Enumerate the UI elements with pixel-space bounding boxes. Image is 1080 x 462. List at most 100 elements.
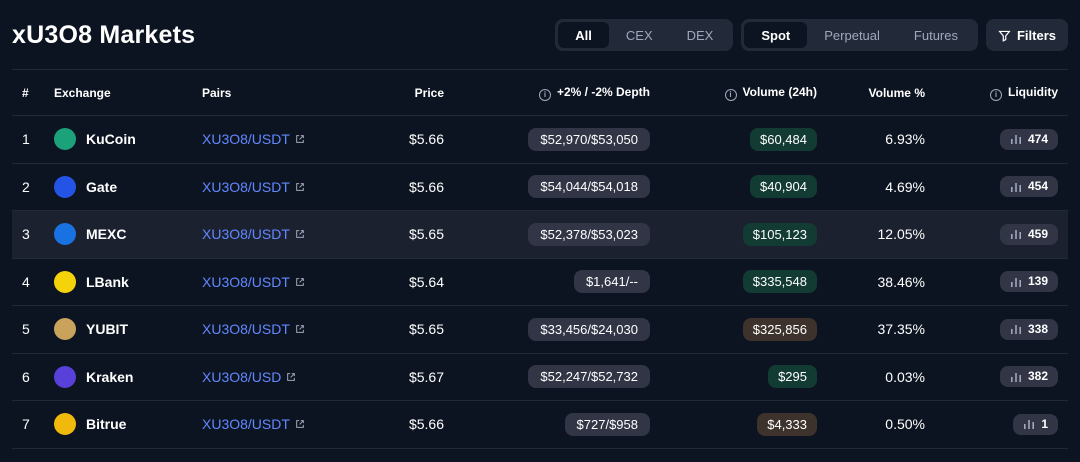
pair-cell[interactable]: XU3O8/USDT xyxy=(192,163,340,211)
filters-button[interactable]: Filters xyxy=(985,19,1068,51)
bar-chart-icon xyxy=(1010,325,1021,335)
filter-controls: All CEX DEX Spot Perpetual Futures Filte… xyxy=(555,19,1068,51)
depth-cell: $52,247/$52,732 xyxy=(454,353,660,401)
volume-pct-cell: 37.35% xyxy=(827,305,935,354)
header-price[interactable]: Price xyxy=(340,69,454,116)
external-link-icon xyxy=(296,277,304,286)
table-row[interactable]: 3 MEXC XU3O8/USDT $5.65 $52,378/$53,023 … xyxy=(12,210,1068,259)
exchange-name[interactable]: MEXC xyxy=(86,226,126,242)
bar-chart-icon xyxy=(1010,230,1021,240)
rank-cell: 1 xyxy=(12,115,44,164)
exchange-cell[interactable]: MEXC xyxy=(44,210,192,259)
exchange-cell[interactable]: KuCoin xyxy=(44,115,192,164)
bar-chart-icon xyxy=(1010,277,1021,287)
pair-label: XU3O8/USDT xyxy=(202,273,290,290)
pair-link[interactable]: XU3O8/USDT xyxy=(202,179,305,195)
header-depth[interactable]: i +2% / -2% Depth xyxy=(454,69,660,116)
header-liquidity[interactable]: i Liquidity xyxy=(935,69,1068,116)
exchange-cell[interactable]: LBank xyxy=(44,258,192,306)
depth-cell: $33,456/$24,030 xyxy=(454,305,660,354)
header-liquidity-label: Liquidity xyxy=(1008,84,1058,99)
pair-link[interactable]: XU3O8/USDT xyxy=(202,226,305,242)
volume-pill: $105,123 xyxy=(742,222,817,246)
pair-cell[interactable]: XU3O8/USDT xyxy=(192,210,340,259)
pair-cell[interactable]: XU3O8/USDT xyxy=(192,115,340,164)
depth-cell: $727/$958 xyxy=(454,400,660,449)
exchange-name[interactable]: KuCoin xyxy=(86,131,136,147)
rank-value: 3 xyxy=(22,226,30,243)
exchange-cell[interactable]: Kraken xyxy=(44,353,192,401)
toggle-spot[interactable]: Spot xyxy=(744,22,808,48)
table-row[interactable]: 5 YUBIT XU3O8/USDT $5.65 $33,456/$24,030… xyxy=(12,305,1068,354)
liquidity-badge[interactable]: 474 xyxy=(999,128,1058,150)
exchange-cell[interactable]: Bitrue xyxy=(44,400,192,449)
filters-label: Filters xyxy=(1016,27,1056,43)
pair-link[interactable]: XU3O8/USDT xyxy=(202,416,305,432)
liquidity-badge[interactable]: 382 xyxy=(999,366,1058,388)
pair-link[interactable]: XU3O8/USD xyxy=(202,369,296,385)
exchange-name[interactable]: Gate xyxy=(86,179,117,195)
liquidity-badge[interactable]: 1 xyxy=(1013,413,1058,435)
exchange-logo-icon xyxy=(54,318,76,341)
exchange-name[interactable]: Kraken xyxy=(86,369,133,385)
exchange-logo-icon xyxy=(54,223,76,246)
external-link-icon xyxy=(296,420,304,429)
price-cell: $5.66 xyxy=(340,115,454,164)
volume-pct-value: 0.03% xyxy=(885,368,925,385)
table-row[interactable]: 2 Gate XU3O8/USDT $5.66 $54,044/$54,018 … xyxy=(12,163,1068,211)
exchange-name[interactable]: YUBIT xyxy=(86,321,128,337)
pair-cell[interactable]: XU3O8/USDT xyxy=(192,400,340,449)
table-row[interactable]: 4 LBank XU3O8/USDT $5.64 $1,641/-- $335,… xyxy=(12,258,1068,306)
liquidity-badge[interactable]: 454 xyxy=(999,176,1058,198)
info-icon[interactable]: i xyxy=(724,88,737,101)
table-row[interactable]: 6 Kraken XU3O8/USD $5.67 $52,247/$52,732… xyxy=(12,353,1068,401)
volume-pct-value: 6.93% xyxy=(885,131,925,148)
pair-cell[interactable]: XU3O8/USD xyxy=(192,353,340,401)
header-volume-pct[interactable]: Volume % xyxy=(827,69,935,116)
liquidity-value: 139 xyxy=(1027,274,1048,289)
bar-chart-icon xyxy=(1024,420,1035,430)
volume-pct-value: 4.69% xyxy=(885,178,925,195)
bar-chart-icon xyxy=(1010,372,1021,382)
pair-link[interactable]: XU3O8/USDT xyxy=(202,321,305,337)
volume-pct-cell: 12.05% xyxy=(827,210,935,259)
exchange-name[interactable]: LBank xyxy=(86,274,129,290)
external-link-icon xyxy=(296,182,304,191)
rank-cell: 7 xyxy=(12,400,44,449)
table-row[interactable]: 7 Bitrue XU3O8/USDT $5.66 $727/$958 $4,3… xyxy=(12,400,1068,449)
toggle-futures[interactable]: Futures xyxy=(897,22,975,48)
toggle-all[interactable]: All xyxy=(558,22,609,48)
pair-link[interactable]: XU3O8/USDT xyxy=(202,131,305,147)
exchange-cell[interactable]: Gate xyxy=(44,163,192,211)
price-cell: $5.65 xyxy=(340,210,454,259)
header-depth-label: +2% / -2% Depth xyxy=(556,84,650,99)
header-volume[interactable]: i Volume (24h) xyxy=(660,69,827,116)
table-row[interactable]: 1 KuCoin XU3O8/USDT $5.66 $52,970/$53,05… xyxy=(12,115,1068,164)
price-value: $5.64 xyxy=(408,273,444,290)
page-title: xU3O8 Markets xyxy=(12,20,196,49)
pair-link[interactable]: XU3O8/USDT xyxy=(202,274,305,290)
liquidity-cell: 382 xyxy=(935,353,1068,401)
volume-cell: $335,548 xyxy=(660,258,827,306)
toggle-dex[interactable]: DEX xyxy=(670,22,731,48)
price-cell: $5.67 xyxy=(340,353,454,401)
toggle-cex[interactable]: CEX xyxy=(609,22,670,48)
info-icon[interactable]: i xyxy=(538,88,551,101)
liquidity-badge[interactable]: 459 xyxy=(999,223,1058,245)
exchange-name[interactable]: Bitrue xyxy=(86,416,126,432)
liquidity-badge[interactable]: 338 xyxy=(999,318,1058,340)
pair-cell[interactable]: XU3O8/USDT xyxy=(192,305,340,354)
pair-cell[interactable]: XU3O8/USDT xyxy=(192,258,340,306)
volume-pct-value: 0.50% xyxy=(885,416,925,433)
liquidity-cell: 459 xyxy=(935,210,1068,259)
header-exchange[interactable]: Exchange xyxy=(44,69,192,116)
exchange-cell[interactable]: YUBIT xyxy=(44,305,192,354)
pair-label: XU3O8/USDT xyxy=(202,178,290,195)
liquidity-badge[interactable]: 139 xyxy=(999,271,1058,293)
liquidity-cell: 1 xyxy=(935,400,1068,449)
info-icon[interactable]: i xyxy=(990,88,1002,101)
pair-label: XU3O8/USDT xyxy=(202,226,290,243)
toggle-perpetual[interactable]: Perpetual xyxy=(807,22,897,48)
market-type-toggle: Spot Perpetual Futures xyxy=(741,19,978,51)
page-header: xU3O8 Markets All CEX DEX Spot Perpetual… xyxy=(12,0,1068,70)
